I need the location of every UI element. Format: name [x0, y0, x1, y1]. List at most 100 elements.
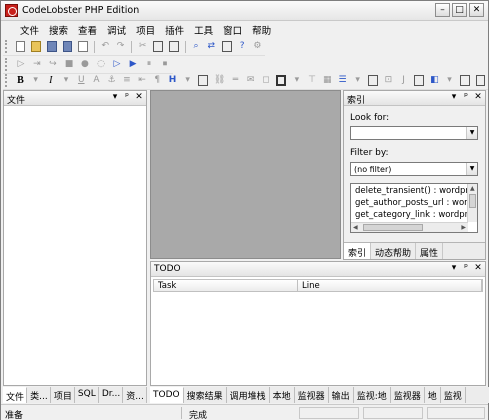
hr-icon[interactable]: ═	[231, 75, 240, 86]
menu-debug[interactable]: 调试	[102, 23, 131, 37]
scroll-up-icon[interactable]: ▲	[470, 185, 475, 192]
stop-icon[interactable]: ■	[64, 59, 74, 70]
print-icon[interactable]	[78, 41, 88, 52]
anchor-icon[interactable]: ⚓	[107, 75, 116, 86]
tab-files[interactable]: 文件	[3, 387, 28, 403]
step-over-icon[interactable]: ↪	[48, 59, 58, 70]
tab-locals[interactable]: 本地	[270, 387, 295, 403]
find-in-files-icon[interactable]	[221, 41, 232, 52]
scrollbar-thumb[interactable]	[363, 224, 423, 231]
close-button[interactable]: ✕	[469, 3, 484, 17]
bold-button[interactable]: B	[16, 75, 25, 86]
indent-icon[interactable]: ⇤	[137, 75, 146, 86]
filter-by-combo[interactable]: (no filter) ▼	[350, 162, 478, 176]
help-icon[interactable]: ?	[238, 41, 247, 52]
image-icon[interactable]	[198, 75, 208, 86]
tab-local-2[interactable]: 地	[425, 387, 441, 403]
bullets-icon[interactable]: ☰	[338, 75, 347, 86]
scroll-left-icon[interactable]: ◀	[353, 224, 358, 231]
redo-icon[interactable]: ↷	[116, 41, 125, 52]
list-item[interactable]: get_category_link : wordpre	[355, 210, 473, 220]
preview-icon[interactable]	[460, 75, 470, 86]
tab-index[interactable]: 索引	[344, 243, 372, 259]
save-icon[interactable]	[47, 41, 57, 52]
tab-watch-3[interactable]: 监视	[441, 387, 466, 403]
panel-close-icon[interactable]: ✕	[474, 92, 482, 102]
panel-close-icon[interactable]: ✕	[474, 263, 482, 273]
link-icon[interactable]: ⛓	[214, 75, 225, 86]
find-icon[interactable]: ⌕	[191, 41, 200, 52]
replace-icon[interactable]: ⇄	[207, 41, 216, 52]
paragraph-icon[interactable]: ¶	[153, 75, 162, 86]
border-icon[interactable]	[276, 75, 287, 86]
panel-close-icon[interactable]: ✕	[135, 92, 143, 102]
menu-help[interactable]: 帮助	[247, 23, 276, 37]
comment-icon[interactable]: ◻	[261, 75, 270, 86]
copy-icon[interactable]	[153, 41, 163, 52]
toolbar-grip[interactable]	[5, 40, 8, 53]
table-icon[interactable]: ▦	[323, 75, 332, 86]
email-icon[interactable]: ✉	[246, 75, 255, 86]
continue-icon[interactable]: ▷	[112, 59, 122, 70]
tab-dynamic-help[interactable]: 动态帮助	[371, 243, 417, 259]
script-icon[interactable]: J	[399, 75, 408, 86]
font-button[interactable]: A	[92, 75, 101, 86]
scrollbar-thumb[interactable]	[469, 194, 476, 208]
editor-workspace[interactable]	[150, 90, 341, 259]
tab-watch-local[interactable]: 监视:地	[354, 387, 391, 403]
border-dropdown-icon[interactable]: ▾	[292, 75, 301, 86]
settings-icon[interactable]: ⚙	[253, 41, 262, 52]
vertical-scrollbar[interactable]: ▲	[467, 184, 477, 222]
color-icon[interactable]: ◧	[430, 75, 439, 86]
tab-search-results[interactable]: 搜索结果	[184, 387, 227, 403]
heading-button[interactable]: H	[168, 75, 177, 86]
pause-icon[interactable]: ⏸	[144, 59, 154, 70]
list-item[interactable]: delete_transient() : wordpre	[355, 186, 474, 196]
panel-dropdown-icon[interactable]: ▾	[111, 92, 119, 102]
frame-icon[interactable]	[414, 75, 424, 86]
menu-window[interactable]: 窗口	[218, 23, 247, 37]
menu-project[interactable]: 项目	[131, 23, 160, 37]
paste-icon[interactable]	[168, 41, 179, 52]
tab-call-stack[interactable]: 调用堆栈	[227, 387, 270, 403]
maximize-button[interactable]: □	[452, 3, 467, 17]
end-icon[interactable]: ⏹	[160, 59, 170, 70]
bold-dropdown-icon[interactable]: ▾	[31, 75, 40, 86]
look-for-combo[interactable]: ▼	[350, 126, 478, 140]
underline-button[interactable]: U	[77, 75, 86, 86]
undo-icon[interactable]: ↶	[101, 41, 110, 52]
form-icon[interactable]	[368, 75, 378, 86]
step-into-icon[interactable]: ⇥	[32, 59, 42, 70]
heading-dropdown-icon[interactable]: ▾	[183, 75, 192, 86]
panel-dropdown-icon[interactable]: ▾	[450, 263, 458, 273]
panel-dropdown-icon[interactable]: ▾	[450, 92, 458, 102]
tab-drivers[interactable]: Dr...	[99, 387, 124, 403]
tab-properties[interactable]: 属性	[416, 243, 444, 259]
list-item[interactable]: get_author_posts_url : word	[355, 198, 473, 208]
run-icon[interactable]: ▷	[16, 59, 26, 70]
tab-classes[interactable]: 类...	[27, 387, 51, 403]
tab-sql[interactable]: SQL	[75, 387, 99, 403]
menu-file[interactable]: 文件	[15, 23, 44, 37]
italic-dropdown-icon[interactable]: ▾	[61, 75, 70, 86]
menu-view[interactable]: 查看	[73, 23, 102, 37]
tab-watch[interactable]: 监视器	[295, 387, 329, 403]
menu-search[interactable]: 搜索	[44, 23, 73, 37]
menu-tools[interactable]: 工具	[189, 23, 218, 37]
toolbar-grip[interactable]	[5, 58, 8, 71]
italic-button[interactable]: I	[46, 75, 55, 86]
cut-icon[interactable]: ✂	[138, 41, 147, 52]
open-folder-icon[interactable]	[31, 41, 42, 52]
tab-resources[interactable]: 资...	[123, 387, 147, 403]
bullets-dropdown-icon[interactable]: ▾	[353, 75, 362, 86]
minimize-button[interactable]: –	[435, 3, 450, 17]
tab-output[interactable]: 输出	[329, 387, 354, 403]
toolbar-grip[interactable]	[5, 74, 8, 87]
panel-pin-icon[interactable]: ᵖ	[123, 92, 131, 102]
horizontal-scrollbar[interactable]: ◀ ▶	[351, 222, 468, 232]
run-to-cursor-icon[interactable]: ▶	[128, 59, 138, 70]
new-file-icon[interactable]	[15, 41, 26, 52]
panel-pin-icon[interactable]: ᵖ	[462, 263, 470, 273]
tab-todo[interactable]: TODO	[150, 387, 184, 403]
index-list[interactable]: delete_transient() : wordpre get_author_…	[350, 183, 478, 233]
